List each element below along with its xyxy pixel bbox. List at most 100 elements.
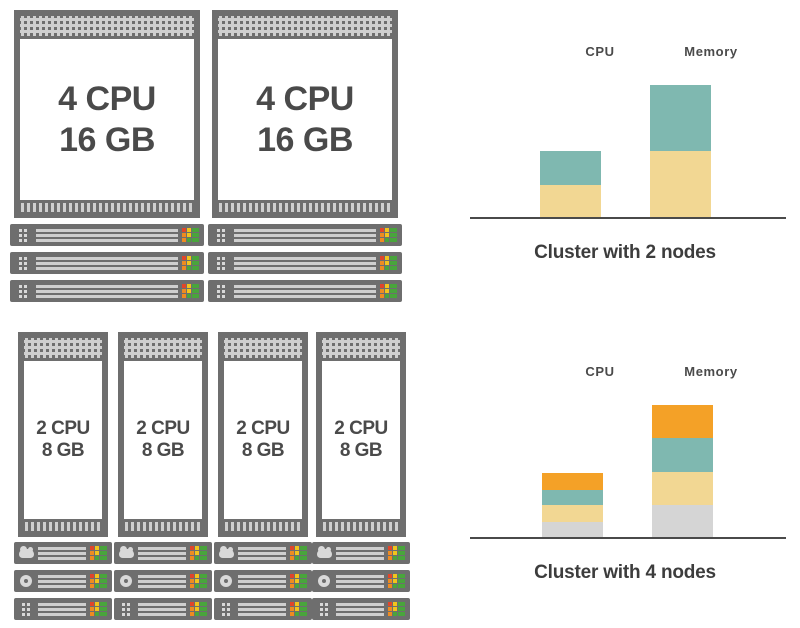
rack-unit[interactable] [14, 598, 112, 620]
dot-grid-icon [14, 602, 38, 616]
rack-unit-stack [214, 542, 312, 620]
vent-grid-icon [124, 338, 202, 358]
server-cpu-label: 4 CPU [256, 80, 354, 119]
two-node-server-group: 4 CPU 16 GB 4 CPU 16 GB [0, 0, 420, 302]
vent-strip-icon [224, 522, 302, 531]
chart-bar-segment-node3 [652, 438, 713, 472]
vent-strip-icon [20, 203, 194, 212]
chart-bar-segment-node1 [650, 151, 711, 217]
chart-bar-segment-node1 [652, 505, 713, 537]
rack-unit-bays [234, 256, 380, 270]
rack-unit-bays [36, 228, 182, 242]
rack-unit[interactable] [10, 224, 204, 246]
rack-unit[interactable] [10, 252, 204, 274]
server-node[interactable]: 2 CPU 8 GB [118, 332, 208, 537]
dot-grid-icon [208, 284, 234, 298]
dot-grid-icon [114, 602, 138, 616]
status-led-grid [90, 574, 107, 588]
server-chassis: 4 CPU 16 GB [212, 10, 398, 218]
chart-bar-segment-node4 [542, 473, 603, 490]
rack-unit[interactable] [114, 542, 212, 564]
server-chassis: 2 CPU 8 GB [218, 332, 308, 537]
status-led-grid [190, 574, 207, 588]
cloud-icon [214, 545, 238, 558]
chart-caption: Cluster with 2 nodes [534, 242, 716, 263]
dot-grid-icon [10, 256, 36, 270]
chart-caption: Cluster with 4 nodes [534, 562, 716, 583]
rack-unit-bays [38, 574, 90, 588]
rack-unit-bays [36, 284, 182, 298]
server-cpu-label: 2 CPU [334, 417, 388, 439]
vent-grid-icon [224, 338, 302, 358]
rack-unit-bays [336, 574, 388, 588]
status-led-grid [380, 228, 397, 242]
rack-unit[interactable] [312, 542, 410, 564]
server-spec-face: 2 CPU 8 GB [322, 358, 400, 522]
cluster-4-nodes-chart: CPU Memory Cluster with 4 nodes [460, 330, 790, 620]
server-memory-label: 8 GB [41, 440, 85, 461]
status-led-grid [182, 284, 199, 298]
rack-unit-bays [234, 284, 380, 298]
rack-unit[interactable] [312, 598, 410, 620]
status-led-grid [190, 602, 207, 616]
vent-strip-icon [322, 522, 400, 531]
server-spec-face: 2 CPU 8 GB [224, 358, 302, 522]
rack-unit-bays [38, 546, 90, 560]
rack-unit[interactable] [208, 252, 402, 274]
server-memory-label: 8 GB [339, 440, 383, 461]
rack-unit-bays [138, 546, 190, 560]
rack-unit[interactable] [14, 570, 112, 592]
disc-icon [312, 575, 336, 587]
cloud-icon [114, 545, 138, 558]
server-node[interactable]: 4 CPU 16 GB [14, 10, 200, 218]
dot-grid-icon [214, 602, 238, 616]
server-spec-face: 4 CPU 16 GB [218, 36, 392, 203]
server-memory-label: 8 GB [241, 440, 285, 461]
server-node[interactable]: 4 CPU 16 GB [212, 10, 398, 218]
status-led-grid [190, 546, 207, 560]
chart-bar-memory[interactable] [652, 405, 713, 537]
status-led-grid [380, 284, 397, 298]
rack-unit[interactable] [114, 598, 212, 620]
chart-bar-cpu[interactable] [540, 151, 601, 217]
rack-unit[interactable] [214, 598, 312, 620]
rack-unit[interactable] [10, 280, 204, 302]
chart-baseline-axis [470, 217, 786, 219]
rack-unit[interactable] [208, 224, 402, 246]
vent-grid-icon [322, 338, 400, 358]
status-led-grid [290, 574, 307, 588]
rack-unit[interactable] [208, 280, 402, 302]
dot-grid-icon [208, 256, 234, 270]
vent-strip-icon [24, 522, 102, 531]
cloud-icon [14, 545, 38, 558]
server-cpu-label: 4 CPU [58, 80, 156, 119]
status-led-grid [182, 256, 199, 270]
dot-grid-icon [208, 228, 234, 242]
server-spec-face: 2 CPU 8 GB [24, 358, 102, 522]
server-node[interactable]: 2 CPU 8 GB [18, 332, 108, 537]
rack-unit-stack [208, 224, 402, 302]
rack-unit[interactable] [312, 570, 410, 592]
rack-unit-bays [238, 574, 290, 588]
rack-unit[interactable] [214, 542, 312, 564]
chart-bar-segment-node1 [542, 522, 603, 537]
vent-strip-icon [124, 522, 202, 531]
rack-unit[interactable] [214, 570, 312, 592]
disc-icon [14, 575, 38, 587]
cloud-icon [312, 545, 336, 558]
server-cpu-label: 2 CPU [136, 417, 190, 439]
rack-unit[interactable] [14, 542, 112, 564]
rack-unit-bays [138, 574, 190, 588]
status-led-grid [90, 602, 107, 616]
rack-unit[interactable] [114, 570, 212, 592]
server-node[interactable]: 2 CPU 8 GB [218, 332, 308, 537]
rack-unit-stack [114, 542, 212, 620]
chart-bar-segment-node3 [542, 490, 603, 505]
vent-strip-icon [218, 203, 392, 212]
status-led-grid [290, 546, 307, 560]
chart-bar-cpu[interactable] [542, 473, 603, 537]
dot-grid-icon [10, 228, 36, 242]
chart-baseline-axis [470, 537, 786, 539]
server-node[interactable]: 2 CPU 8 GB [316, 332, 406, 537]
chart-bar-memory[interactable] [650, 85, 711, 217]
